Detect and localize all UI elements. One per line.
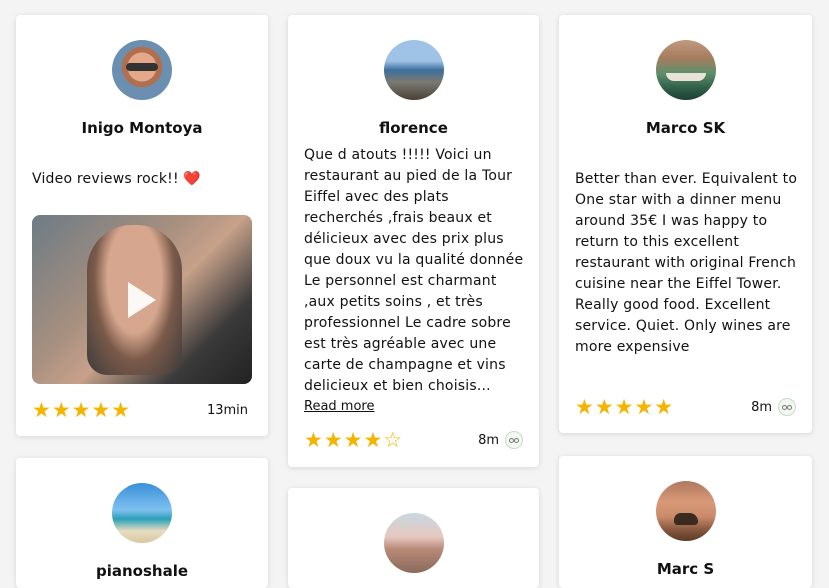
heart-icon: ❤️ xyxy=(183,171,202,187)
boat-icon xyxy=(665,73,706,81)
reviewer-name: florence xyxy=(379,119,448,137)
review-text: Better than ever. Equivalent to One star… xyxy=(575,171,798,355)
reviewer-avatar xyxy=(655,481,716,541)
review-card xyxy=(288,488,539,588)
review-text: Video reviews rock!! xyxy=(32,171,179,187)
reviewer-name: Marco SK xyxy=(645,119,726,137)
reviewer-avatar xyxy=(112,483,172,543)
reviewer-avatar xyxy=(383,40,444,100)
review-card: Marc S xyxy=(559,456,812,588)
reviewer-name: pianoshale xyxy=(95,562,189,580)
review-text: Que d atouts !!!!! Voici un restaurant a… xyxy=(304,147,524,394)
review-card: florence Que d atouts !!!!! Voici un res… xyxy=(288,15,539,467)
reviewer-name: Inigo Montoya xyxy=(81,119,203,137)
review-time: 13min xyxy=(206,403,248,418)
reviewer-name: Marc S xyxy=(656,560,715,578)
video-thumbnail[interactable] xyxy=(32,215,252,384)
read-more-link[interactable]: Read more xyxy=(304,399,374,414)
review-card: pianoshale xyxy=(16,458,268,588)
tripadvisor-icon xyxy=(505,431,523,449)
review-card: Marco SK Better than ever. Equivalent to… xyxy=(559,15,812,433)
reviewer-avatar xyxy=(655,40,716,100)
play-icon[interactable] xyxy=(128,281,156,318)
rating-stars: ★★★★★ xyxy=(32,398,132,422)
review-text-row: Video reviews rock!! ❤️ xyxy=(32,169,256,190)
tripadvisor-icon xyxy=(778,398,796,416)
rating-stars: ★★★★★ xyxy=(575,395,675,419)
reviewer-avatar xyxy=(112,40,172,100)
rating-stars: ★★★★☆ xyxy=(304,428,404,452)
bison-icon xyxy=(673,513,698,525)
review-time: 8m xyxy=(751,400,772,415)
review-time: 8m xyxy=(478,433,499,448)
sunglasses-icon xyxy=(126,63,158,71)
review-card: Inigo Montoya Video reviews rock!! ❤️ ★★… xyxy=(16,15,268,436)
reviewer-avatar xyxy=(383,513,444,573)
